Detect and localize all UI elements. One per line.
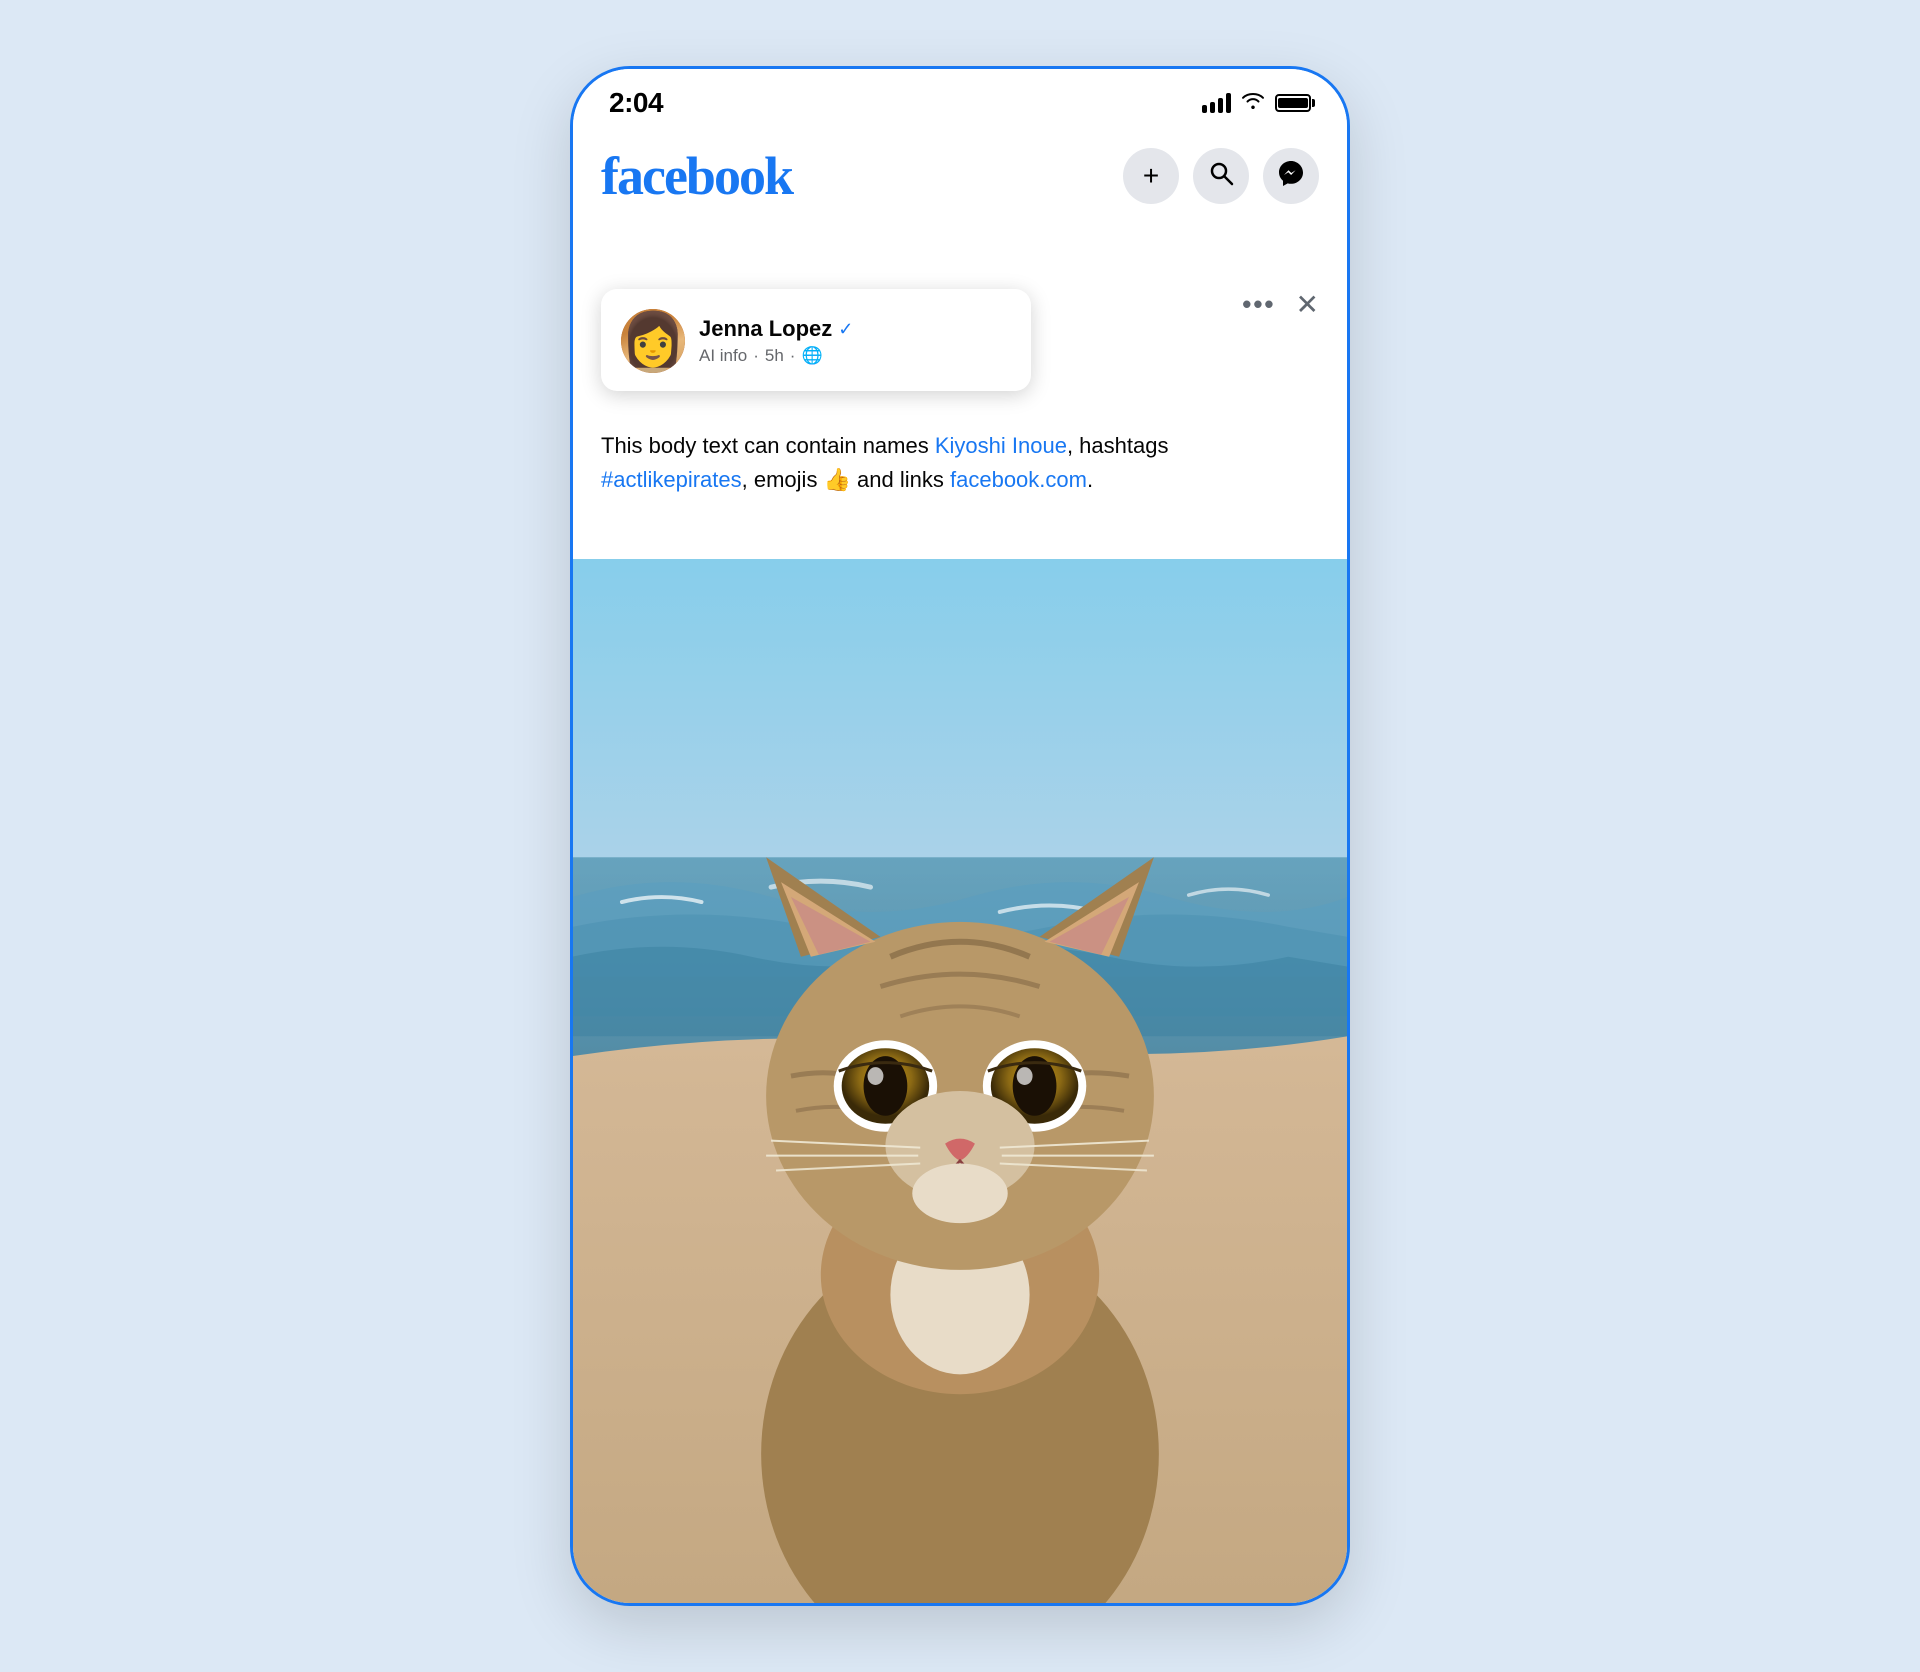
header-actions: + bbox=[1123, 148, 1319, 204]
post-image bbox=[573, 559, 1347, 1603]
meta-separator: · bbox=[753, 346, 759, 366]
plus-icon: + bbox=[1143, 160, 1159, 192]
messenger-icon bbox=[1277, 159, 1305, 194]
ai-info-label[interactable]: AI info bbox=[699, 346, 747, 366]
add-button[interactable]: + bbox=[1123, 148, 1179, 204]
post-time: 5h bbox=[765, 346, 784, 366]
search-button[interactable] bbox=[1193, 148, 1249, 204]
verified-badge-icon: ✓ bbox=[838, 319, 853, 340]
post-card: Jenna Lopez ✓ AI info · 5h · 🌐 bbox=[601, 289, 1031, 391]
post-top-actions: ••• ✕ bbox=[1242, 289, 1319, 320]
status-time: 2:04 bbox=[609, 87, 663, 119]
user-name-row: Jenna Lopez ✓ bbox=[699, 316, 1011, 342]
post-text-suffix: . bbox=[1087, 467, 1093, 492]
post-body: This body text can contain names Kiyoshi… bbox=[573, 409, 1347, 497]
avatar bbox=[621, 309, 685, 373]
messenger-button[interactable] bbox=[1263, 148, 1319, 204]
post-text-prefix: This body text can contain names bbox=[601, 433, 935, 458]
close-button[interactable]: ✕ bbox=[1296, 291, 1319, 319]
external-link[interactable]: facebook.com bbox=[950, 467, 1087, 492]
status-bar: 2:04 bbox=[573, 69, 1347, 129]
meta-separator-2: · bbox=[790, 346, 796, 366]
user-name: Jenna Lopez bbox=[699, 316, 832, 342]
post-meta: AI info · 5h · 🌐 bbox=[699, 346, 1011, 366]
battery-icon bbox=[1275, 94, 1311, 112]
post-text-mid: , hashtags bbox=[1067, 433, 1169, 458]
mention-link[interactable]: Kiyoshi Inoue bbox=[935, 433, 1067, 458]
more-options-button[interactable]: ••• bbox=[1242, 289, 1275, 320]
post-header: Jenna Lopez ✓ AI info · 5h · 🌐 bbox=[621, 309, 1011, 373]
fb-header: facebook + bbox=[573, 129, 1347, 227]
phone-frame: 2:04 facebook + bbox=[570, 66, 1350, 1606]
signal-icon bbox=[1202, 93, 1231, 113]
post-text: This body text can contain names Kiyoshi… bbox=[601, 429, 1319, 497]
search-icon bbox=[1208, 160, 1234, 193]
status-icons bbox=[1202, 91, 1311, 115]
hashtag-link[interactable]: #actlikepirates bbox=[601, 467, 742, 492]
globe-icon: 🌐 bbox=[801, 346, 822, 366]
post-user-info: Jenna Lopez ✓ AI info · 5h · 🌐 bbox=[699, 316, 1011, 366]
wifi-icon bbox=[1241, 91, 1265, 115]
post-text-mid2: , emojis 👍 and links bbox=[742, 467, 950, 492]
facebook-logo: facebook bbox=[601, 145, 792, 207]
